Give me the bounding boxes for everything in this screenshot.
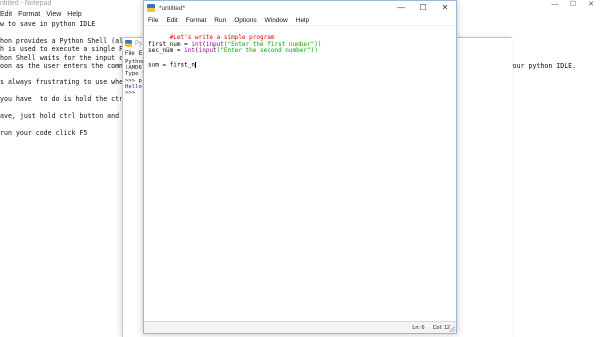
editor-menubar: File Edit Format Run Options Window Help — [144, 15, 456, 26]
code-token: sum = first_n — [148, 61, 195, 69]
minimize-button[interactable]: — — [546, 0, 564, 10]
text-line: w to save in python IDLE — [0, 20, 96, 28]
python-icon — [147, 4, 155, 12]
code-builtin: int — [184, 47, 195, 55]
menu-edit[interactable]: Edit — [0, 10, 12, 20]
text-line: s always frustrating to use when — [0, 78, 128, 86]
close-button[interactable]: ✕ — [582, 0, 600, 10]
shell-title: Py — [135, 40, 143, 47]
text-line: oon as the user enters the comman — [0, 62, 132, 70]
code-token: sec_num = — [148, 47, 185, 55]
menu-view[interactable]: View — [46, 10, 61, 20]
close-button[interactable]: ✕ — [434, 1, 456, 15]
editor-titlebar: *untitled* — ☐ ✕ — [144, 1, 456, 15]
menu-file[interactable]: File — [148, 17, 158, 24]
menu-window[interactable]: Window — [265, 17, 288, 24]
menu-format[interactable]: Format — [18, 10, 40, 20]
editor-title: *untitled* — [159, 4, 186, 12]
menu-run[interactable]: Run — [214, 17, 226, 24]
status-line-number: Ln: 6 — [412, 324, 425, 331]
text-cursor — [194, 61, 196, 68]
text-line: hon provides a Python Shell (also — [0, 37, 132, 45]
text-line: ave, just hold ctrl button and s — [0, 112, 128, 120]
editor-window-controls: — ☐ ✕ — [390, 1, 456, 15]
status-column-number: Col: 12 — [432, 324, 450, 331]
code-builtin: input — [198, 47, 217, 55]
menu-help[interactable]: Help — [296, 17, 309, 24]
menu-format[interactable]: Format — [186, 17, 207, 24]
notepad-window-controls: — ☐ ✕ — [546, 0, 600, 10]
code-line: sum = first_n — [148, 62, 456, 69]
maximize-button[interactable]: ☐ — [412, 1, 434, 15]
text-line: run your code click F5 — [0, 129, 88, 137]
text-line: h is used to execute a single Pyt — [0, 45, 132, 53]
menu-file[interactable]: File — [125, 51, 135, 57]
menu-options[interactable]: Options — [234, 17, 256, 24]
code-string: ("Enter the second number")) — [216, 47, 318, 55]
text-line: you have to do is hold the ctrl — [0, 95, 128, 103]
editor-statusbar: Ln: 6 Col: 12 — [144, 321, 456, 333]
notepad-title: ntitled - Notepad — [0, 0, 52, 7]
notepad-menubar: Edit Format View Help — [0, 10, 88, 20]
minimize-button[interactable]: — — [390, 1, 412, 15]
maximize-button[interactable]: ☐ — [564, 0, 582, 10]
python-icon — [125, 40, 132, 47]
text-line: hon Shell waits for the input comm — [0, 54, 135, 62]
menu-help[interactable]: Help — [67, 10, 81, 20]
resize-grip-icon[interactable] — [449, 326, 455, 332]
menu-edit[interactable]: Edit — [166, 17, 177, 24]
idle-editor-window: *untitled* — ☐ ✕ File Edit Format Run Op… — [143, 0, 457, 334]
code-editor-area[interactable]: #Let's write a simple program first_num … — [144, 26, 456, 322]
code-line: sec_num = int(input("Enter the second nu… — [148, 47, 456, 55]
code-line: #Let's write a simple program — [148, 28, 456, 41]
